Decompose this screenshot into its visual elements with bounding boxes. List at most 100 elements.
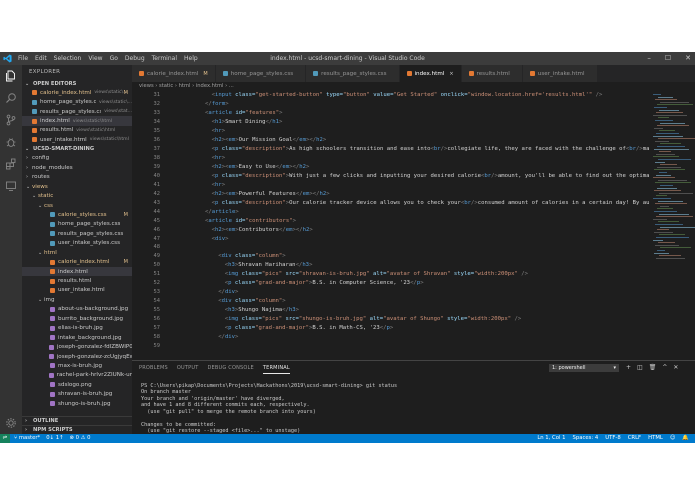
tab-calorie-index-html[interactable]: calorie_index.html M bbox=[132, 65, 216, 82]
editor-tabs: calorie_index.html Mhome_page_styles.css r… bbox=[132, 65, 695, 82]
minimap-line bbox=[656, 153, 675, 155]
sync-indicator[interactable]: 0↓ 1↑ bbox=[46, 434, 63, 443]
open-editor-item[interactable]: calorie_index.html views\static\... M bbox=[22, 88, 132, 97]
cursor-position[interactable]: Ln 1, Col 1 bbox=[537, 434, 565, 443]
minimap-line bbox=[660, 143, 681, 145]
tree-item[interactable]: results_page_styles.css bbox=[22, 229, 132, 238]
breadcrumb[interactable]: views › static › html › index.html › ... bbox=[132, 82, 695, 91]
close-tab-icon[interactable]: × bbox=[449, 71, 453, 77]
image-file-icon bbox=[50, 325, 55, 331]
tree-item[interactable]: calorie_index.html M bbox=[22, 257, 132, 266]
terminal-output[interactable]: PS C:\Users\pikap\Documents\Projects\Hac… bbox=[141, 376, 686, 436]
source-control-icon[interactable] bbox=[5, 114, 17, 126]
explorer-icon[interactable] bbox=[5, 70, 17, 82]
status-bar: ⇌ ⑂ master* 0↓ 1↑ ⊗ 0 ⚠ 0 Ln 1, Col 1 Sp… bbox=[0, 434, 695, 443]
tree-item[interactable]: max-is-bruh.jpg bbox=[22, 361, 132, 370]
tree-item-name: about-us-background.jpg bbox=[58, 306, 129, 313]
panel-tab-debug-console[interactable]: DEBUG CONSOLE bbox=[207, 361, 253, 374]
tree-item[interactable]: calorie_styles.css M bbox=[22, 210, 132, 219]
code-token: amount, you'll be able to find out the o… bbox=[497, 172, 650, 179]
tree-item[interactable]: shungo-is-bruh.jpg bbox=[22, 399, 132, 408]
minimize-icon[interactable]: – bbox=[647, 54, 651, 62]
panel-tab-terminal[interactable]: TERMINAL bbox=[262, 361, 290, 374]
branch-indicator[interactable]: ⑂ master* bbox=[14, 434, 40, 443]
indentation[interactable]: Spaces: 4 bbox=[573, 434, 599, 443]
code-line: </div> bbox=[172, 333, 667, 342]
tree-item[interactable]: ⌄ static bbox=[22, 191, 132, 200]
tree-item[interactable]: › config bbox=[22, 154, 132, 163]
tree-item[interactable]: user_intake.html bbox=[22, 286, 132, 295]
open-editor-item[interactable]: index.html views\static\html bbox=[22, 116, 132, 126]
tree-item[interactable]: index.html bbox=[22, 266, 132, 277]
code-token: > bbox=[282, 253, 286, 260]
split-terminal-icon[interactable]: ◫ bbox=[637, 364, 643, 371]
problems-indicator[interactable]: ⊗ 0 ⚠ 0 bbox=[70, 434, 91, 443]
tree-item[interactable]: elias-is-bruh.jpg bbox=[22, 324, 132, 333]
remote-explorer-icon[interactable] bbox=[5, 180, 17, 192]
feedback-icon[interactable]: ☺ bbox=[670, 434, 676, 443]
outline-section[interactable]: › OUTLINE bbox=[22, 416, 132, 425]
panel-tab-problems[interactable]: PROBLEMS bbox=[139, 361, 168, 374]
tab-results-page-styles-css[interactable]: results_page_styles.css bbox=[306, 65, 400, 82]
maximize-icon[interactable]: ☐ bbox=[665, 54, 671, 62]
code-token: Contributors bbox=[238, 226, 280, 233]
tree-item[interactable]: results.html bbox=[22, 276, 132, 285]
panel-tab-output[interactable]: OUTPUT bbox=[177, 361, 199, 374]
tree-item[interactable]: intake_background.jpg bbox=[22, 333, 132, 342]
tab-user-intake-html[interactable]: user_intake.html bbox=[522, 65, 598, 82]
code-lines: <input class="get-started-button" type="… bbox=[172, 91, 667, 351]
code-token: class= bbox=[218, 172, 242, 179]
maximize-panel-icon[interactable]: ^ bbox=[662, 364, 667, 371]
tree-item[interactable]: shravan-is-bruh.jpg bbox=[22, 390, 132, 399]
tab-index-html[interactable]: index.html × bbox=[399, 65, 462, 82]
code-line: <input class="get-started-button" type="… bbox=[172, 91, 667, 100]
encoding[interactable]: UTF-8 bbox=[605, 434, 620, 443]
code-token: "pics" bbox=[261, 271, 283, 278]
open-editor-item[interactable]: results_page_styles.css views\stat... bbox=[22, 107, 132, 116]
tree-item[interactable]: sdslogo.png bbox=[22, 380, 132, 389]
open-editor-item[interactable]: user_intake.html views\static\html bbox=[22, 135, 132, 144]
open-editor-item[interactable]: results.html views\static\html bbox=[22, 126, 132, 135]
code-token: h2 bbox=[214, 163, 222, 170]
tab-results-html[interactable]: results.html bbox=[461, 65, 523, 82]
extensions-icon[interactable] bbox=[5, 158, 17, 170]
code-token: > bbox=[326, 190, 330, 197]
tree-item[interactable]: rachel-park-hrlvr2ZIUNk-unsplas... bbox=[22, 371, 132, 380]
tree-item[interactable]: ⌄ html bbox=[22, 248, 132, 257]
tab-home-page-styles-css[interactable]: home_page_styles.css bbox=[215, 65, 307, 82]
search-icon[interactable] bbox=[5, 92, 17, 104]
new-terminal-icon[interactable]: + bbox=[626, 364, 631, 371]
tree-item[interactable]: joseph-gonzalez-zcUgjyqEwe8-u... bbox=[22, 352, 132, 361]
close-icon[interactable]: ✕ bbox=[685, 54, 691, 62]
npm-scripts-section[interactable]: › NPM SCRIPTS bbox=[22, 425, 132, 434]
terminal-select[interactable]: 1: powershell bbox=[549, 364, 619, 372]
language-mode[interactable]: HTML bbox=[648, 434, 663, 443]
minimap-line bbox=[654, 211, 677, 212]
minimap-line bbox=[653, 218, 667, 220]
tree-item[interactable]: user_intake_styles.css bbox=[22, 239, 132, 248]
debug-icon[interactable] bbox=[5, 136, 17, 148]
remote-icon[interactable]: ⇌ bbox=[0, 434, 10, 443]
tree-item[interactable]: ⌄ css bbox=[22, 201, 132, 210]
tree-item[interactable]: home_page_styles.css bbox=[22, 220, 132, 229]
project-section[interactable]: ⌄ UCSD-SMART-DINING bbox=[22, 145, 132, 154]
close-panel-icon[interactable]: ✕ bbox=[673, 364, 678, 371]
code-token: /> bbox=[470, 199, 478, 206]
tree-item[interactable]: ⌄ views bbox=[22, 182, 132, 191]
notifications-icon[interactable]: 🔔 bbox=[682, 434, 689, 443]
tree-item[interactable]: › routes bbox=[22, 173, 132, 182]
open-editor-item[interactable]: home_page_styles.cssviews\static\... bbox=[22, 97, 132, 106]
gear-icon[interactable] bbox=[5, 417, 17, 429]
tree-item[interactable]: › node_modules bbox=[22, 163, 132, 172]
tree-item[interactable]: joseph-gonzalez-fdlZBWIP0aM-... bbox=[22, 342, 132, 351]
tree-item[interactable]: about-us-background.jpg bbox=[22, 305, 132, 314]
line-number: 53 bbox=[153, 289, 161, 296]
trash-icon[interactable]: 🗑 bbox=[649, 364, 657, 371]
minimap[interactable] bbox=[649, 91, 695, 360]
open-editors-section[interactable]: ⌄ OPEN EDITORS bbox=[22, 79, 132, 88]
tree-item[interactable]: ⌄ img bbox=[22, 295, 132, 304]
line-ending[interactable]: CRLF bbox=[628, 434, 641, 443]
code-token: ></ bbox=[309, 190, 320, 197]
code-editor[interactable]: 31 32 33 34 35 36 37 38 39 40 41 42 43 44 45 46 47 48 49 50… bbox=[132, 91, 695, 360]
tree-item[interactable]: burrito_background.jpg bbox=[22, 314, 132, 323]
